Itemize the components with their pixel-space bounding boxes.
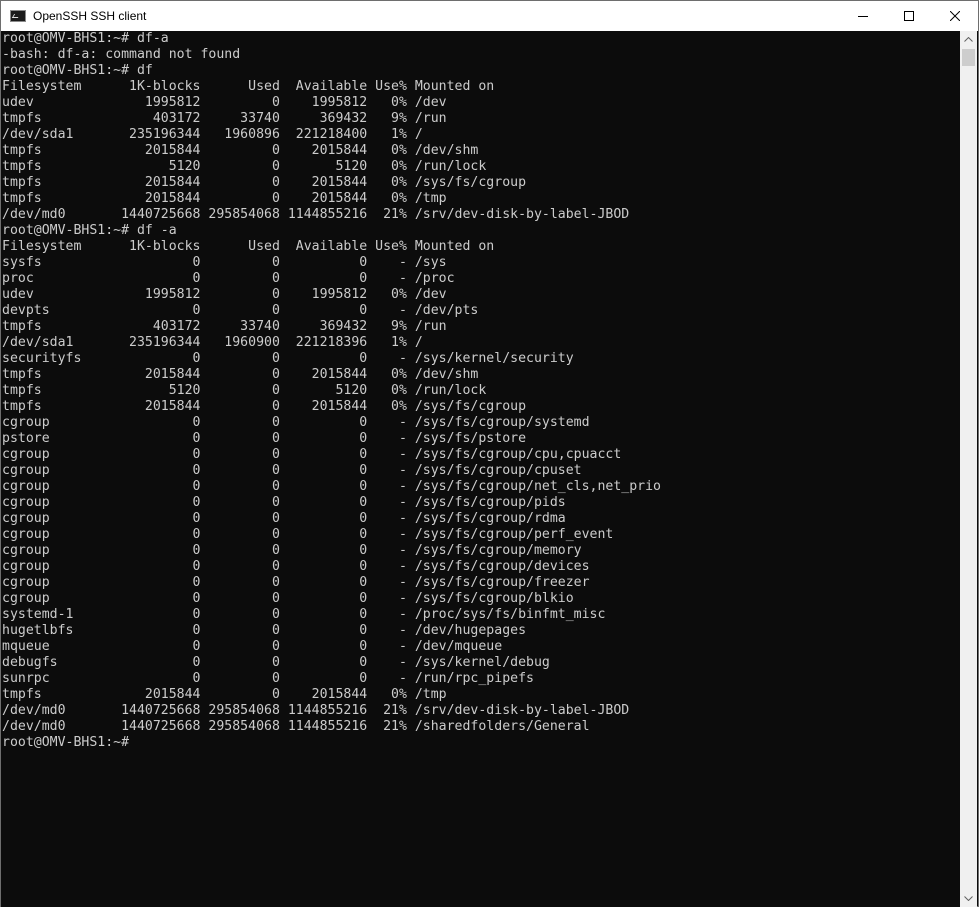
terminal-line: cgroup 0 0 0 - /sys/fs/cgroup/systemd bbox=[2, 415, 590, 430]
terminal-line: Filesystem 1K-blocks Used Available Use%… bbox=[2, 239, 495, 254]
maximize-icon bbox=[904, 11, 914, 21]
terminal-line: hugetlbfs 0 0 0 - /dev/hugepages bbox=[2, 623, 527, 638]
terminal-line: /dev/sda1 235196344 1960896 221218400 1%… bbox=[2, 127, 423, 142]
terminal-line: devpts 0 0 0 - /dev/pts bbox=[2, 303, 479, 318]
terminal-line: cgroup 0 0 0 - /sys/fs/cgroup/freezer bbox=[2, 575, 590, 590]
close-icon bbox=[950, 11, 960, 21]
scroll-up-button[interactable] bbox=[960, 31, 977, 48]
terminal-line: tmpfs 2015844 0 2015844 0% /tmp bbox=[2, 687, 447, 702]
terminal-line: tmpfs 2015844 0 2015844 0% /dev/shm bbox=[2, 367, 479, 382]
terminal-line: udev 1995812 0 1995812 0% /dev bbox=[2, 287, 447, 302]
terminal-line: tmpfs 5120 0 5120 0% /run/lock bbox=[2, 159, 487, 174]
terminal-line: cgroup 0 0 0 - /sys/fs/cgroup/pids bbox=[2, 495, 566, 510]
terminal-line: cgroup 0 0 0 - /sys/fs/cgroup/perf_event bbox=[2, 527, 614, 542]
terminal-line: cgroup 0 0 0 - /sys/fs/cgroup/cpuset bbox=[2, 463, 582, 478]
scroll-down-arrow-icon bbox=[964, 896, 973, 901]
terminal-line: tmpfs 403172 33740 369432 9% /run bbox=[2, 111, 447, 126]
terminal-line: securityfs 0 0 0 - /sys/kernel/security bbox=[2, 351, 574, 366]
terminal-line: sunrpc 0 0 0 - /run/rpc_pipefs bbox=[2, 671, 534, 686]
terminal-line: pstore 0 0 0 - /sys/fs/pstore bbox=[2, 431, 527, 446]
terminal-line: /dev/md0 1440725668 295854068 1144855216… bbox=[2, 719, 590, 734]
terminal-line: root@OMV-BHS1:~# df bbox=[2, 63, 153, 78]
terminal-line: tmpfs 2015844 0 2015844 0% /sys/fs/cgrou… bbox=[2, 399, 527, 414]
terminal-line: root@OMV-BHS1:~# df-a bbox=[2, 31, 169, 46]
terminal-line: proc 0 0 0 - /proc bbox=[2, 271, 455, 286]
console-icon[interactable] bbox=[10, 10, 26, 22]
scroll-thumb[interactable] bbox=[962, 49, 975, 66]
minimize-button[interactable] bbox=[840, 1, 886, 31]
terminal-line: /dev/sda1 235196344 1960900 221218396 1%… bbox=[2, 335, 423, 350]
terminal-line: cgroup 0 0 0 - /sys/fs/cgroup/cpu,cpuacc… bbox=[2, 447, 622, 462]
terminal-line: tmpfs 403172 33740 369432 9% /run bbox=[2, 319, 447, 334]
terminal-line: tmpfs 2015844 0 2015844 0% /sys/fs/cgrou… bbox=[2, 175, 527, 190]
terminal-line: Filesystem 1K-blocks Used Available Use%… bbox=[2, 79, 495, 94]
terminal-line: cgroup 0 0 0 - /sys/fs/cgroup/blkio bbox=[2, 591, 574, 606]
vertical-scrollbar[interactable] bbox=[960, 31, 977, 907]
terminal-line: /dev/md0 1440725668 295854068 1144855216… bbox=[2, 207, 630, 222]
terminal-line: cgroup 0 0 0 - /sys/fs/cgroup/devices bbox=[2, 559, 590, 574]
maximize-button[interactable] bbox=[886, 1, 932, 31]
terminal-line: tmpfs 2015844 0 2015844 0% /tmp bbox=[2, 191, 447, 206]
terminal-prompt-line: root@OMV-BHS1:~# bbox=[2, 735, 961, 751]
window-controls bbox=[840, 1, 978, 31]
terminal-text: root@OMV-BHS1:~# df-a -bash: df-a: comman… bbox=[1, 31, 961, 751]
terminal-line: mqueue 0 0 0 - /dev/mqueue bbox=[2, 639, 503, 654]
terminal-line: systemd-1 0 0 0 - /proc/sys/fs/binfmt_mi… bbox=[2, 607, 606, 622]
terminal-line: root@OMV-BHS1:~# df -a bbox=[2, 223, 177, 238]
terminal-line: tmpfs 5120 0 5120 0% /run/lock bbox=[2, 383, 487, 398]
scroll-up-arrow-icon bbox=[964, 37, 973, 42]
close-button[interactable] bbox=[932, 1, 978, 31]
scroll-down-button[interactable] bbox=[960, 890, 977, 907]
terminal-line: cgroup 0 0 0 - /sys/fs/cgroup/rdma bbox=[2, 511, 566, 526]
terminal-line: tmpfs 2015844 0 2015844 0% /dev/shm bbox=[2, 143, 479, 158]
terminal-line: debugfs 0 0 0 - /sys/kernel/debug bbox=[2, 655, 550, 670]
terminal-line: cgroup 0 0 0 - /sys/fs/cgroup/net_cls,ne… bbox=[2, 479, 661, 494]
minimize-icon bbox=[858, 16, 868, 17]
terminal-line: udev 1995812 0 1995812 0% /dev bbox=[2, 95, 447, 110]
ssh-client-window: OpenSSH SSH client root@OMV-BHS1:~# df-a… bbox=[0, 0, 979, 907]
terminal-prompt: root@OMV-BHS1:~# bbox=[2, 735, 137, 750]
terminal-line: /dev/md0 1440725668 295854068 1144855216… bbox=[2, 703, 630, 718]
terminal-output[interactable]: root@OMV-BHS1:~# df-a -bash: df-a: comman… bbox=[1, 31, 961, 907]
title-bar[interactable]: OpenSSH SSH client bbox=[1, 1, 978, 31]
terminal-line: cgroup 0 0 0 - /sys/fs/cgroup/memory bbox=[2, 543, 582, 558]
window-title: OpenSSH SSH client bbox=[33, 9, 147, 23]
terminal-line: -bash: df-a: command not found bbox=[2, 47, 241, 62]
terminal-line: sysfs 0 0 0 - /sys bbox=[2, 255, 447, 270]
